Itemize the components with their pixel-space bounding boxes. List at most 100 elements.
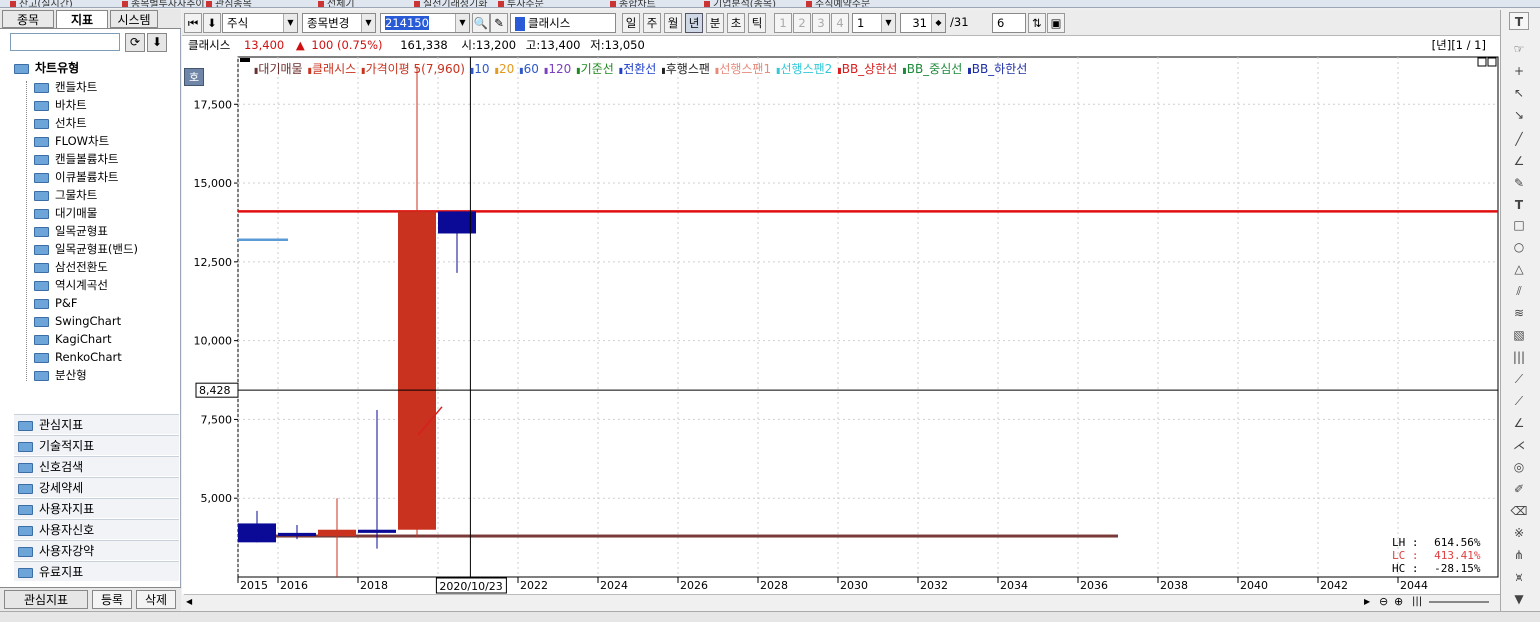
triangle-tool-icon[interactable]: △ <box>1509 260 1529 278</box>
legend-item[interactable]: ▮전환선 <box>619 62 657 76</box>
stock-name-field[interactable]: 클래시스 <box>510 13 616 33</box>
count-button[interactable]: 3 <box>812 13 830 33</box>
disk-icon[interactable]: ▣ <box>1047 13 1065 33</box>
save-icon[interactable]: ⬇ <box>203 13 221 33</box>
search-icon[interactable]: 🔍 <box>472 13 490 33</box>
cross-tool-icon[interactable]: + <box>1509 62 1529 80</box>
range-spinner[interactable]: 31 ◆ <box>900 13 946 33</box>
indicator-group[interactable]: 사용자강약 <box>14 540 179 560</box>
zoom-slider[interactable] <box>1429 601 1489 603</box>
window-tab[interactable]: 기업분석(종목) <box>704 0 776 7</box>
legend-item[interactable]: ▮20 <box>495 62 515 76</box>
tree-item[interactable]: RenkoChart <box>34 348 122 366</box>
period-button[interactable]: 년 <box>685 13 703 33</box>
channel-tool-icon[interactable]: ⫽ <box>1509 282 1529 300</box>
download-icon[interactable]: ⬇ <box>147 33 167 52</box>
window-tab[interactable]: 종합차트 <box>610 0 656 7</box>
tree-item[interactable]: 선차트 <box>34 114 87 132</box>
period-button[interactable]: 틱 <box>748 13 766 33</box>
window-tab[interactable]: 실전기래정기화 <box>414 0 487 7</box>
indicator-group[interactable]: 관심지표 <box>14 414 179 434</box>
tree-item[interactable]: 캔들차트 <box>34 78 97 96</box>
fibonacci-arc-icon[interactable]: ⟋ <box>1509 392 1529 410</box>
window-tab[interactable]: 잔고(실시간) <box>10 0 73 7</box>
tree-item[interactable]: 그물차트 <box>34 186 97 204</box>
tree-item[interactable]: P&F <box>34 294 78 312</box>
legend-item[interactable]: ▮클래시스 <box>308 62 357 76</box>
register-button[interactable]: 등록 <box>92 590 132 609</box>
legend-item[interactable]: ▮BB_하한선 <box>967 62 1027 76</box>
count-button[interactable]: 1 <box>774 13 792 33</box>
indicator-group[interactable]: 사용자신호 <box>14 519 179 539</box>
fan-tool-icon[interactable]: ⩙ <box>1509 568 1529 586</box>
indicator-group[interactable]: 유료지표 <box>14 561 179 581</box>
tree-item[interactable]: 삼선전환도 <box>34 258 108 276</box>
scroll-down-icon[interactable]: ▼ <box>1509 590 1529 608</box>
arrow-tool-icon[interactable]: ↘ <box>1509 106 1529 124</box>
text-tool-icon[interactable]: T <box>1509 12 1529 30</box>
horizontal-scrollbar[interactable]: ◀ ▶ ⊖ ⊕ ||| <box>184 594 1500 610</box>
zoom-out-icon[interactable]: ⊖ <box>1379 595 1388 608</box>
gann-angle-icon[interactable]: ∠ <box>1509 414 1529 432</box>
circle-tool-icon[interactable]: ○ <box>1509 238 1529 256</box>
legend-item[interactable]: ▮10 <box>470 62 490 76</box>
legend-item[interactable]: ▮60 <box>519 62 539 76</box>
indicator-group[interactable]: 신호검색 <box>14 456 179 476</box>
tab-stock[interactable]: 종목 <box>2 10 54 28</box>
tree-item[interactable]: FLOW차트 <box>34 132 109 150</box>
indicator-group[interactable]: 강세약세 <box>14 477 179 497</box>
line-tool-icon[interactable]: ╱ <box>1509 130 1529 148</box>
period-button[interactable]: 월 <box>664 13 682 33</box>
first-icon[interactable]: ⏮ <box>184 13 202 33</box>
zoom-in-icon[interactable]: ⊕ <box>1394 595 1403 608</box>
period-button[interactable]: 분 <box>706 13 724 33</box>
pointer-tool-icon[interactable]: ☞ <box>1509 40 1529 58</box>
count-button[interactable]: 4 <box>831 13 849 33</box>
count-select[interactable]: 1 ▼ <box>852 13 896 33</box>
tree-item[interactable]: 분산형 <box>34 366 87 384</box>
delete-button[interactable]: 삭제 <box>136 590 176 609</box>
sort-icon[interactable]: ⇅ <box>1028 13 1046 33</box>
tree-item[interactable]: 역시계곡선 <box>34 276 108 294</box>
window-tab[interactable]: 투자주문 <box>498 0 544 7</box>
tree-tool-icon[interactable]: ⋔ <box>1509 546 1529 564</box>
eraser-all-icon[interactable]: ✐ <box>1509 480 1529 498</box>
arrow-tool-icon[interactable]: ↖ <box>1509 84 1529 102</box>
legend-item[interactable]: ▮기준선 <box>576 62 614 76</box>
fibonacci-fan-icon[interactable]: ⟋ <box>1509 370 1529 388</box>
scroll-right-icon[interactable]: ▶ <box>1364 597 1370 606</box>
scroll-left-icon[interactable]: ◀ <box>186 597 192 606</box>
tree-item[interactable]: 대기매물 <box>34 204 97 222</box>
indicator-search-input[interactable] <box>10 33 120 51</box>
eraser-icon[interactable]: ⌫ <box>1509 502 1529 520</box>
window-tab[interactable]: 주식예약주문 <box>806 0 870 7</box>
vertical-lines-icon[interactable]: ||| <box>1509 348 1529 366</box>
pencil-tool-icon[interactable]: ✎ <box>1509 174 1529 192</box>
indicator-group[interactable]: 사용자지표 <box>14 498 179 518</box>
legend-item[interactable]: ▮BB_상한선 <box>837 62 897 76</box>
count-button[interactable]: 2 <box>793 13 811 33</box>
price-chart[interactable]: 17,500 15,000 12,500 10,000 7,500 5,000 2015 20… <box>182 54 1500 594</box>
period-button[interactable]: 주 <box>643 13 661 33</box>
tree-item[interactable]: SwingChart <box>34 312 121 330</box>
chart-area[interactable]: 17,500 15,000 12,500 10,000 7,500 5,000 2015 20… <box>182 54 1500 594</box>
gann-fan-icon[interactable]: ⋌ <box>1509 436 1529 454</box>
code-input[interactable]: 214150 ▼ <box>380 13 470 33</box>
legend-item[interactable]: ▮선행스팬2 <box>776 62 832 76</box>
text-add-icon[interactable]: T <box>1509 196 1529 214</box>
tree-header[interactable]: 차트유형 <box>14 59 174 77</box>
extra-input[interactable]: 6 <box>992 13 1026 33</box>
mode-select[interactable]: 종목변경 ▼ <box>302 13 376 33</box>
market-select[interactable]: 주식 ▼ <box>222 13 298 33</box>
angle-tool-icon[interactable]: ∠ <box>1509 152 1529 170</box>
tree-item[interactable]: 이큐볼륨차트 <box>34 168 118 186</box>
window-tab[interactable]: 선체기 <box>318 0 355 7</box>
legend-item[interactable]: ▮BB_중심선 <box>902 62 962 76</box>
bars-icon[interactable]: ||| <box>1412 596 1422 607</box>
legend-item[interactable]: ▮대기매물 <box>254 62 303 76</box>
tree-item[interactable]: 일목균형표 <box>34 222 108 240</box>
indicator-group[interactable]: 기술적지표 <box>14 435 179 455</box>
cycle-tool-icon[interactable]: ◎ <box>1509 458 1529 476</box>
period-button[interactable]: 초 <box>727 13 745 33</box>
period-button[interactable]: 일 <box>622 13 640 33</box>
